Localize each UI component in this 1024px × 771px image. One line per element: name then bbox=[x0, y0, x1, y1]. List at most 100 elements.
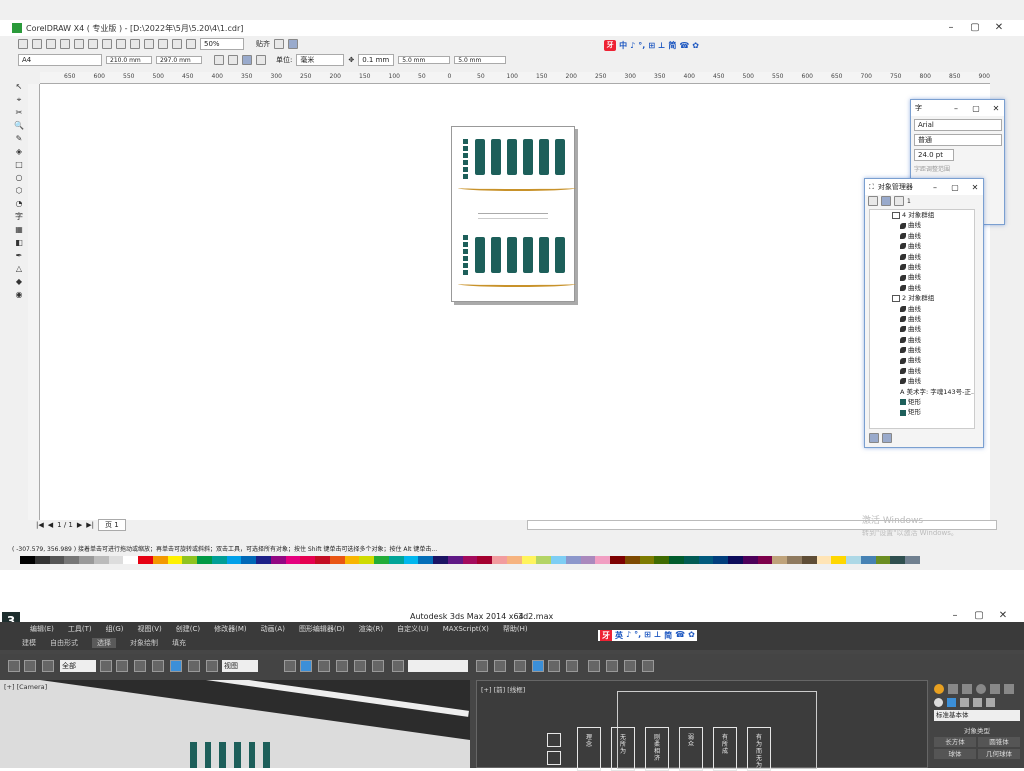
palette-swatch[interactable] bbox=[152, 556, 168, 564]
angle-snap-icon[interactable] bbox=[336, 660, 348, 672]
palette-swatch[interactable] bbox=[580, 556, 596, 564]
display-tab-icon[interactable] bbox=[990, 684, 1000, 694]
ribbon-tab[interactable]: 对象绘制 bbox=[130, 638, 158, 648]
edit-across-layers-icon[interactable] bbox=[881, 196, 891, 206]
palette-swatch[interactable] bbox=[551, 556, 566, 564]
palette-swatch[interactable] bbox=[34, 556, 50, 564]
front-viewport[interactable]: [+] [前] [线框] 理 念无 所 为刚 柔 相 济弱 众有 所 成有 为 … bbox=[476, 680, 928, 771]
ime-logo-icon[interactable]: 牙 bbox=[600, 630, 612, 641]
palette-swatch[interactable] bbox=[801, 556, 817, 564]
palette-swatch[interactable] bbox=[477, 556, 492, 564]
ime-simplified[interactable]: 简 bbox=[668, 40, 676, 51]
palette-swatch[interactable] bbox=[256, 556, 271, 564]
palette-swatch[interactable] bbox=[226, 556, 242, 564]
snap-toggle-icon[interactable] bbox=[318, 660, 330, 672]
save-icon[interactable] bbox=[46, 39, 56, 49]
minimize-button[interactable]: – bbox=[948, 104, 964, 113]
ime-keyboard-icon[interactable]: ⊞ bbox=[644, 630, 651, 641]
palette-swatch[interactable] bbox=[639, 556, 655, 564]
select-scale-icon[interactable] bbox=[206, 660, 218, 672]
ime-shirt-icon[interactable]: ☎ bbox=[675, 630, 685, 641]
welcome-icon[interactable] bbox=[186, 39, 196, 49]
cameras-icon[interactable] bbox=[973, 698, 982, 707]
pivot-icon[interactable] bbox=[284, 660, 296, 672]
palette-swatch[interactable] bbox=[49, 556, 65, 564]
all-pages-icon[interactable] bbox=[242, 55, 252, 65]
ellipse-tool-icon[interactable]: ○ bbox=[13, 172, 25, 184]
manipulate-icon[interactable] bbox=[300, 660, 312, 672]
palette-swatch[interactable] bbox=[683, 556, 699, 564]
palette-swatch[interactable] bbox=[182, 556, 197, 564]
ime-lang[interactable]: 英 bbox=[615, 630, 623, 641]
palette-swatch[interactable] bbox=[536, 556, 551, 564]
palette-swatch[interactable] bbox=[905, 556, 920, 564]
palette-swatch[interactable] bbox=[787, 556, 802, 564]
color-palette[interactable] bbox=[20, 556, 920, 564]
lights-icon[interactable] bbox=[960, 698, 969, 707]
maximize-button[interactable]: ▢ bbox=[947, 183, 963, 192]
palette-swatch[interactable] bbox=[772, 556, 787, 564]
palette-swatch[interactable] bbox=[742, 556, 758, 564]
interactive-fill-tool-icon[interactable]: ◉ bbox=[13, 289, 25, 301]
motion-tab-icon[interactable] bbox=[976, 684, 986, 694]
select-by-name-icon[interactable] bbox=[116, 660, 128, 672]
bind-spacewarp-icon[interactable] bbox=[42, 660, 54, 672]
palette-swatch[interactable] bbox=[462, 556, 478, 564]
export-icon[interactable] bbox=[158, 39, 168, 49]
viewport-label[interactable]: [+] [前] [线框] bbox=[481, 684, 525, 694]
palette-swatch[interactable] bbox=[315, 556, 330, 564]
palette-swatch[interactable] bbox=[20, 556, 35, 564]
font-select[interactable]: Arial bbox=[914, 119, 1002, 131]
palette-swatch[interactable] bbox=[388, 556, 404, 564]
zoom-tool-icon[interactable]: 🔍 bbox=[13, 120, 25, 132]
object-tree-row[interactable]: 曲线 bbox=[870, 376, 974, 386]
camera-viewport[interactable]: [+] [Camera] bbox=[0, 680, 470, 768]
minimize-button[interactable]: – bbox=[940, 20, 962, 36]
palette-swatch[interactable] bbox=[167, 556, 183, 564]
create-tab-icon[interactable] bbox=[934, 684, 944, 694]
object-tree-row[interactable]: 曲线 bbox=[870, 345, 974, 355]
zoom-select[interactable]: 50% bbox=[200, 38, 244, 50]
menu-item[interactable]: 创建(C) bbox=[176, 624, 200, 634]
object-tree[interactable]: 4 对象群组 曲线 曲线 曲线 曲线 曲线 曲线 曲线 2 对象群组 曲线 曲线 曲线 曲线 曲线 曲线 曲线… bbox=[869, 209, 975, 429]
page-tab[interactable]: 页 1 bbox=[98, 519, 126, 531]
paper-height-field[interactable]: 297.0 mm bbox=[156, 56, 202, 64]
geometry-icon[interactable] bbox=[934, 698, 943, 707]
polygon-tool-icon[interactable]: ⬡ bbox=[13, 185, 25, 197]
palette-swatch[interactable] bbox=[624, 556, 640, 564]
object-tree-row[interactable]: 曲线 bbox=[870, 355, 974, 365]
palette-swatch[interactable] bbox=[447, 556, 463, 564]
object-tree-row[interactable]: A 美术字: 字魂143号-正... bbox=[870, 387, 974, 397]
object-tree-row[interactable]: 曲线 bbox=[870, 314, 974, 324]
menu-item[interactable]: 渲染(R) bbox=[359, 624, 383, 634]
layer-manager-icon[interactable] bbox=[894, 196, 904, 206]
object-tree-row[interactable]: 曲线 bbox=[870, 283, 974, 293]
palette-swatch[interactable] bbox=[875, 556, 891, 564]
ime-logo-icon[interactable]: 牙 bbox=[604, 40, 617, 51]
minimize-button[interactable]: – bbox=[927, 183, 943, 192]
crop-tool-icon[interactable]: ✂ bbox=[13, 107, 25, 119]
shapes-icon[interactable] bbox=[947, 698, 956, 707]
link-icon[interactable] bbox=[8, 660, 20, 672]
object-tree-row[interactable]: 矩形 bbox=[870, 397, 974, 407]
paper-width-field[interactable]: 210.0 mm bbox=[106, 56, 152, 64]
prev-page-icon[interactable]: ◀ bbox=[48, 521, 53, 529]
current-page-icon[interactable] bbox=[256, 55, 266, 65]
palette-swatch[interactable] bbox=[698, 556, 714, 564]
object-tree-row[interactable]: 曲线 bbox=[870, 335, 974, 345]
palette-swatch[interactable] bbox=[64, 556, 79, 564]
object-tree-row[interactable]: 曲线 bbox=[870, 241, 974, 251]
palette-swatch[interactable] bbox=[565, 556, 581, 564]
palette-swatch[interactable] bbox=[654, 556, 669, 564]
palette-swatch[interactable] bbox=[610, 556, 625, 564]
palette-swatch[interactable] bbox=[506, 556, 522, 564]
new-master-layer-icon[interactable] bbox=[882, 433, 892, 443]
close-button[interactable]: ✕ bbox=[988, 104, 1004, 113]
snap-menu[interactable]: 贴齐 bbox=[256, 39, 270, 49]
graphite-tools-icon[interactable] bbox=[532, 660, 544, 672]
document-page[interactable] bbox=[451, 126, 576, 302]
menu-item[interactable]: 视图(V) bbox=[138, 624, 162, 634]
app-launcher-icon[interactable] bbox=[172, 39, 182, 49]
object-tree-row[interactable]: 曲线 bbox=[870, 252, 974, 262]
schematic-view-icon[interactable] bbox=[566, 660, 578, 672]
